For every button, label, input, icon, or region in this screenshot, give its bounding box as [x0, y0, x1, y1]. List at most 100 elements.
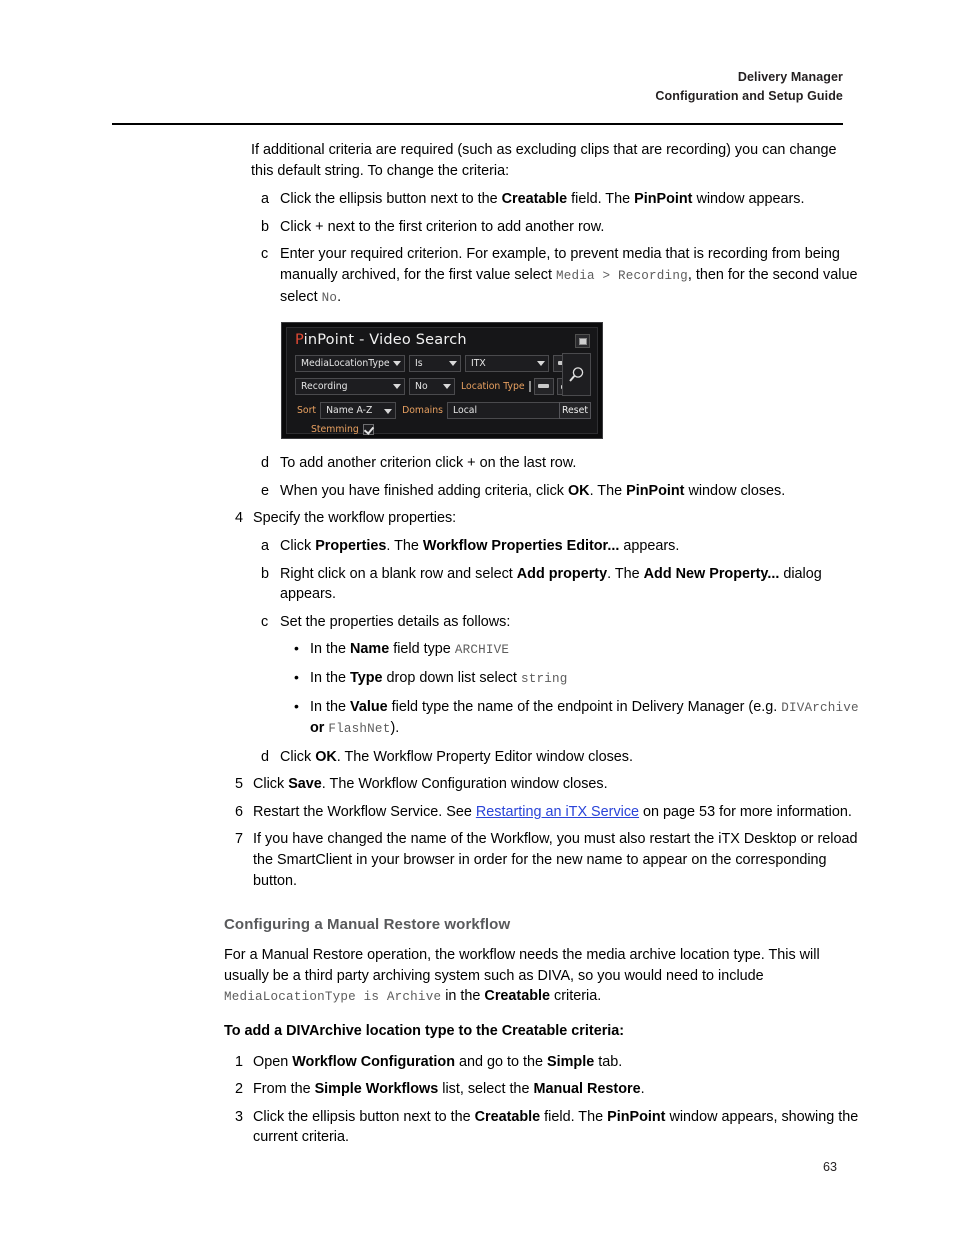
text-run: in the [441, 988, 485, 1005]
page-header: Delivery Manager Configuration and Setup… [655, 68, 843, 106]
criteria-field-value: Recording [301, 380, 348, 392]
list-item: 1 Open Workflow Configuration and go to t… [235, 1052, 861, 1073]
steps-group-1b: d To add another criterion click + on the… [0, 453, 954, 501]
emphasis: Properties [315, 537, 387, 554]
emphasis: or [310, 720, 329, 737]
sort-select[interactable]: Name A-Z [320, 402, 397, 420]
text-run: field. The [540, 1108, 608, 1125]
list-item: 4 Specify the workflow properties: [235, 508, 861, 529]
list-item: 6 Restart the Workflow Service. See Resta… [235, 802, 861, 823]
criteria-row: Recording No Location Type [295, 376, 591, 396]
text-run: Specify the workflow properties: [253, 510, 457, 527]
emphasis: PinPoint [607, 1108, 666, 1125]
criteria-field-select[interactable]: Recording [295, 377, 405, 395]
list-marker: b [261, 218, 270, 235]
list-item: e When you have finished adding criteria,… [261, 481, 862, 502]
pinpoint-options: Sort Name A-Z Domains Local Stemming [295, 401, 591, 437]
page-number: 63 [823, 1160, 838, 1174]
pinpoint-criteria-rows: MediaLocationType Is ITX Recording No Lo… [295, 353, 591, 399]
pinpoint-title-rest: inPoint - Video Search [303, 332, 467, 349]
page-content: If additional criteria are required (suc… [0, 140, 954, 1155]
text-run: . The Workflow Property Editor window cl… [336, 748, 633, 765]
step-4c-bullets: • In the Name field type ARCHIVE • In the T… [0, 639, 954, 739]
text-run: Open [253, 1053, 293, 1070]
text-run: Click [253, 776, 289, 793]
sort-value: Name A-Z [326, 405, 373, 417]
section-lead-in: To add a DIVArchive location type to the… [224, 1023, 625, 1040]
step-4-subs: a Click Properties. The Workflow Properti… [0, 536, 954, 632]
list-marker: c [261, 246, 269, 263]
header-title-line2: Configuration and Setup Guide [655, 89, 843, 103]
list-item: a Click Properties. The Workflow Properti… [261, 536, 862, 557]
cross-reference-link[interactable]: Restarting an iTX Service [476, 804, 639, 820]
list-item: b Right click on a blank row and select A… [261, 564, 862, 605]
section-paragraph: For a Manual Restore operation, the work… [224, 945, 843, 1008]
emphasis: Add property [516, 565, 608, 582]
text-run: . The [386, 537, 423, 554]
maximize-glyph [578, 337, 587, 345]
criteria-operator-select[interactable]: No [409, 377, 455, 395]
text-run: window appears. [692, 191, 805, 208]
text-run: tab. [594, 1053, 623, 1070]
list-marker: e [261, 482, 270, 499]
chevron-down-icon [384, 408, 393, 414]
stemming-label: Stemming [311, 424, 359, 436]
stemming-checkbox[interactable] [362, 424, 374, 436]
code-text: MediaLocationType is Archive [224, 990, 442, 1005]
stemming-row: Stemming [295, 420, 591, 439]
field-divider [528, 380, 531, 392]
text-run: Right click on a blank row and select [280, 565, 517, 582]
intro-paragraph: If additional criteria are required (suc… [251, 142, 837, 179]
code-text: No [321, 290, 338, 305]
list-marker: b [261, 565, 270, 582]
pinpoint-title-accent: P [295, 332, 304, 349]
remove-criterion-button[interactable] [533, 377, 554, 395]
emphasis: Manual Restore [533, 1081, 641, 1098]
list-marker: d [261, 748, 270, 765]
domains-select[interactable]: Local [446, 402, 572, 420]
text-run: Restart the Workflow Service. See [253, 803, 476, 820]
text-run: Click the ellipsis button next to the [280, 191, 502, 208]
reset-button[interactable]: Reset [559, 402, 591, 420]
chevron-down-icon [393, 361, 401, 367]
emphasis: PinPoint [634, 191, 693, 208]
list-item: • In the Name field type ARCHIVE [294, 639, 859, 661]
code-text: string [520, 671, 568, 686]
text-run: field type [389, 641, 455, 658]
list-item: 5 Click Save. The Workflow Configuration … [235, 774, 861, 795]
list-marker: 5 [235, 776, 244, 793]
text-run: From the [253, 1081, 315, 1098]
emphasis: OK [567, 482, 590, 499]
criteria-value-select[interactable]: ITX [465, 354, 549, 372]
list-marker: 2 [235, 1081, 244, 1098]
text-run: Click + next to the first criterion to a… [280, 218, 605, 235]
text-run: . The Workflow Configuration window clos… [321, 776, 608, 793]
list-item: b Click + next to the first criterion to … [261, 217, 862, 238]
criteria-field-select[interactable]: MediaLocationType [295, 354, 405, 372]
code-text: Media > Recording [555, 268, 688, 283]
search-button[interactable] [562, 353, 591, 397]
list-marker: 7 [235, 831, 244, 848]
text-run: For a Manual Restore operation, the work… [224, 947, 820, 984]
emphasis: Name [350, 641, 390, 658]
header-divider [112, 123, 843, 125]
text-run: In the [310, 698, 351, 715]
header-title-line1: Delivery Manager [737, 70, 843, 84]
emphasis: Add New Property... [643, 565, 780, 582]
list-item: d To add another criterion click + on the… [261, 453, 862, 474]
sort-label: Sort [297, 405, 317, 417]
text-run: . The [607, 565, 644, 582]
location-type-label: Location Type [461, 380, 525, 392]
list-marker: • [294, 668, 299, 685]
text-run: If you have changed the name of the Work… [253, 831, 858, 889]
criteria-operator-select[interactable]: Is [409, 354, 461, 372]
text-run: To add another criterion click + on the … [280, 455, 577, 472]
text-run: When you have finished adding criteria, … [280, 482, 568, 499]
list-marker: 1 [235, 1053, 244, 1070]
list-item: 3 Click the ellipsis button next to the C… [235, 1107, 861, 1148]
list-marker: 3 [235, 1108, 244, 1125]
maximize-icon[interactable] [575, 334, 590, 349]
emphasis: Value [350, 698, 388, 715]
list-marker: d [261, 455, 270, 472]
text-run: field. The [567, 191, 635, 208]
